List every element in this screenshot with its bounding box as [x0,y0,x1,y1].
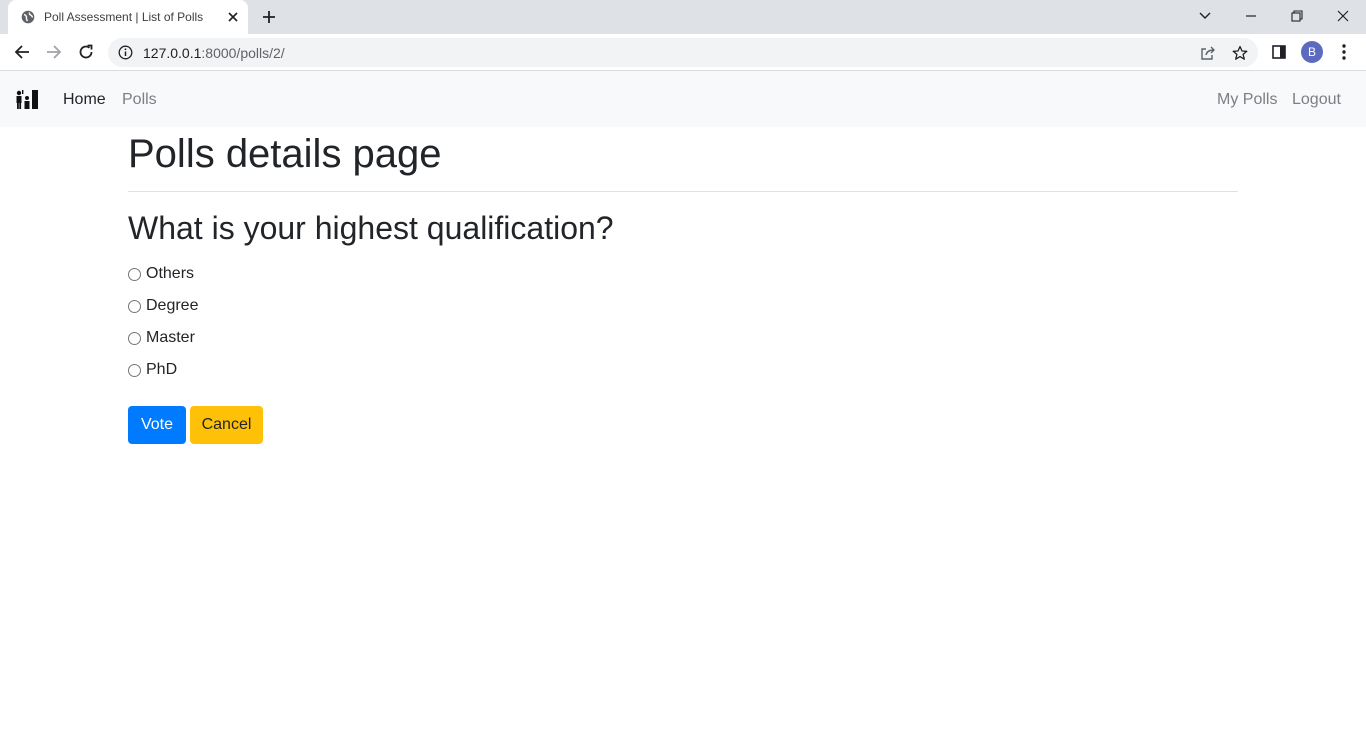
choice-item[interactable]: Degree [128,296,198,316]
plus-icon[interactable] [259,7,279,27]
browser-tab[interactable]: Poll Assessment | List of Polls [8,0,248,34]
restore-icon[interactable] [1286,5,1308,27]
browser-toolbar: 127.0.0.1:8000/polls/2/ B [0,34,1366,71]
address-bar[interactable]: 127.0.0.1:8000/polls/2/ [108,38,1258,67]
nav-logout-link[interactable]: Logout [1292,90,1341,109]
cancel-button[interactable]: Cancel [190,406,263,444]
choice-item[interactable]: Others [128,264,194,284]
chevron-down-icon[interactable] [1194,5,1216,27]
choice-radio[interactable] [128,299,141,313]
url-path: :8000/polls/2/ [201,45,285,61]
choice-label: Master [146,329,195,346]
choice-label: Degree [146,297,199,314]
window-close-icon[interactable] [1332,5,1354,27]
nav-polls-link[interactable]: Polls [122,90,157,109]
navbar: Home Polls My Polls Logout [0,71,1366,127]
back-arrow-icon[interactable] [11,41,33,63]
vote-button[interactable]: Vote [128,406,186,444]
nav-my-polls-link[interactable]: My Polls [1217,90,1277,109]
url-text[interactable]: 127.0.0.1:8000/polls/2/ [143,45,285,61]
forward-arrow-icon[interactable] [43,41,65,63]
close-icon[interactable] [225,9,241,25]
browser-tabstrip: Poll Assessment | List of Polls [0,0,1366,34]
star-icon[interactable] [1231,44,1249,62]
divider [128,191,1238,192]
brand-logo-icon[interactable] [15,88,39,110]
choice-radio[interactable] [128,267,141,281]
page-title: Polls details page [128,132,442,176]
kebab-menu-icon[interactable] [1333,41,1355,63]
minimize-icon[interactable] [1240,5,1262,27]
url-host: 127.0.0.1 [143,45,202,61]
reload-icon[interactable] [75,41,97,63]
share-icon[interactable] [1199,44,1217,62]
choice-item[interactable]: Master [128,328,195,348]
tab-title: Poll Assessment | List of Polls [44,10,204,24]
choice-radio[interactable] [128,363,141,377]
globe-icon [21,10,35,24]
side-panel-icon[interactable] [1268,41,1290,63]
choice-radio[interactable] [128,331,141,345]
profile-avatar[interactable]: B [1301,41,1323,63]
info-icon[interactable] [118,45,133,60]
choice-item[interactable]: PhD [128,360,177,380]
choice-label: Others [146,265,195,282]
nav-home-link[interactable]: Home [63,90,106,109]
poll-question: What is your highest qualification? [128,210,614,246]
choice-label: PhD [146,361,178,378]
